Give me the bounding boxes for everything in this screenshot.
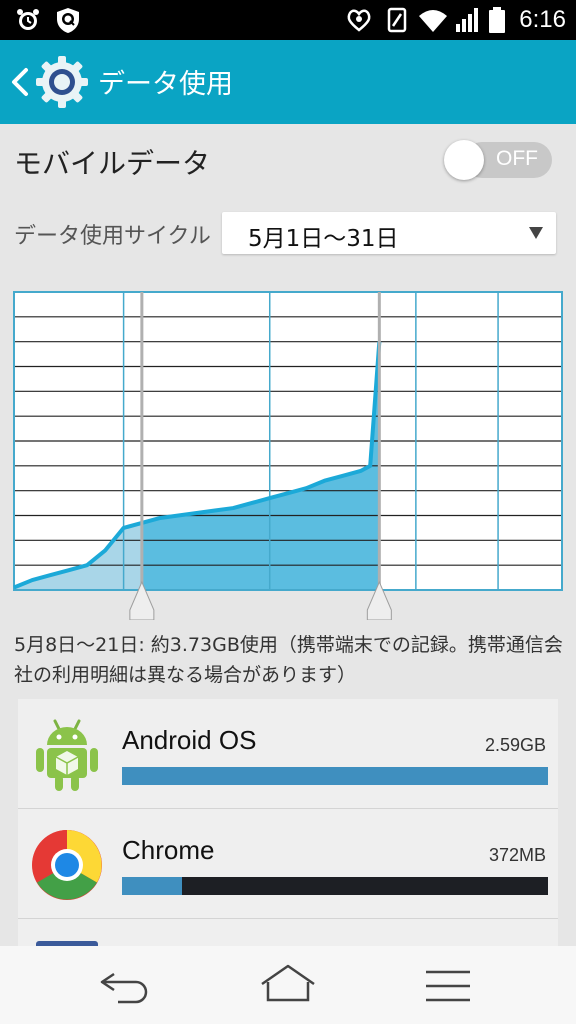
usage-bar (122, 877, 548, 895)
app-name: Android OS (122, 725, 257, 755)
app-size: 2.59GB (484, 735, 546, 755)
usage-summary: 5月8日〜21日: 約3.73GB使用（携帯端末での記録。携帯通信会社の利用明細… (14, 634, 563, 686)
usage-bar-fill (122, 877, 182, 895)
wifi-icon (419, 10, 447, 32)
cycle-dropdown[interactable]: 5月1日〜31日 (222, 212, 556, 254)
heart-nfc-icon (347, 9, 371, 32)
toggle-state-label: OFF (496, 147, 538, 170)
back-arrow-icon[interactable] (96, 960, 156, 1010)
cycle-label: データ使用サイクル (14, 224, 211, 249)
app-name: Chrome (122, 835, 215, 865)
mobile-data-label: モバイルデータ (14, 147, 211, 180)
usage-chart[interactable] (0, 280, 576, 620)
home-icon[interactable] (258, 960, 318, 1010)
chrome-icon (32, 830, 102, 900)
app-size: 372MB (488, 845, 546, 865)
navigation-bar (0, 946, 576, 1024)
dropdown-arrow-icon (529, 227, 543, 239)
android-icon (36, 719, 98, 791)
vibrate-icon (387, 7, 407, 33)
app-bar: データ使用 (0, 40, 576, 124)
battery-icon (489, 7, 505, 33)
app-row-partial[interactable] (18, 919, 558, 951)
usage-bar (122, 767, 548, 785)
menu-icon[interactable] (418, 960, 478, 1010)
alarm-clock-icon (17, 9, 39, 30)
shield-app-icon (57, 8, 79, 33)
page-title: データ使用 (98, 69, 233, 100)
cycle-value: 5月1日〜31日 (248, 226, 399, 252)
app-row-chrome[interactable]: Chrome 372MB (18, 809, 558, 919)
usage-bar-fill (122, 767, 548, 785)
mobile-data-toggle[interactable]: OFF (444, 140, 552, 180)
app-usage-list: Android OS 2.59GB Chrome 372MB (18, 699, 558, 951)
signal-icon (456, 8, 478, 32)
app-row-android-os[interactable]: Android OS 2.59GB (18, 699, 558, 809)
status-time: 6:16 (519, 6, 566, 33)
status-bar: 6:16 (0, 0, 576, 40)
toggle-knob (444, 140, 484, 180)
gear-icon[interactable] (34, 54, 90, 110)
back-icon[interactable] (8, 64, 32, 100)
